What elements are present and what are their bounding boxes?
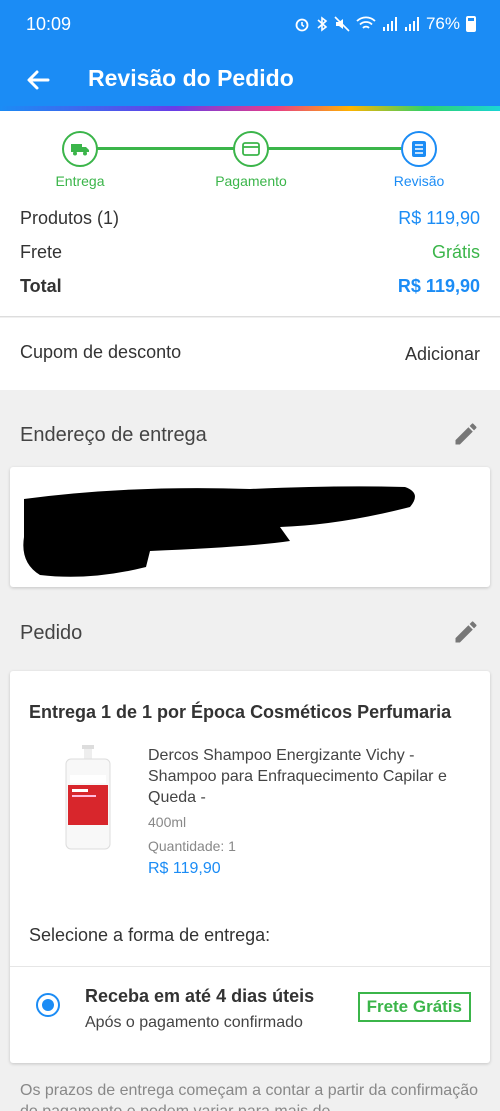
divider — [10, 966, 490, 967]
edit-address-pencil-icon[interactable] — [452, 420, 480, 448]
address-section-title: Endereço de entrega — [20, 424, 207, 446]
redacted-address-scribble — [23, 486, 415, 577]
product-image[interactable] — [58, 745, 118, 851]
delivery-note: Os prazos de entrega começam a contar a … — [20, 1082, 478, 1111]
app-bar: Revisão do Pedido — [0, 52, 500, 108]
signal-icon-2 — [404, 17, 419, 31]
summary-total-row: Total R$ 119,90 — [20, 276, 480, 297]
page-title: Revisão do Pedido — [88, 65, 294, 91]
total-value: R$ 119,90 — [397, 276, 480, 296]
card-icon — [233, 131, 269, 167]
shipping-value: Grátis — [431, 242, 480, 262]
step-label: Entrega — [55, 173, 105, 189]
edit-order-pencil-icon[interactable] — [452, 618, 480, 646]
status-bar: 10:09 76% — [0, 0, 500, 52]
truck-icon — [62, 131, 98, 167]
shipping-option-title: Receba em até 4 dias úteis — [85, 986, 315, 1006]
coupon-row[interactable]: Cupom de desconto Adicionar — [0, 318, 500, 390]
shipping-option-radio[interactable] — [36, 993, 60, 1017]
shipping-option[interactable]: Receba em até 4 dias úteis Após o pagame… — [85, 986, 314, 1032]
shipping-option-subtitle: Após o pagamento confirmado — [85, 1014, 303, 1031]
list-icon — [401, 131, 437, 167]
back-arrow-icon[interactable] — [22, 64, 54, 96]
total-label: Total — [20, 276, 62, 296]
shipping-method-title: Selecione a forma de entrega: — [29, 925, 271, 945]
product-quantity: Quantidade: 1 — [148, 838, 236, 854]
step-revisao[interactable]: Revisão — [359, 131, 479, 189]
products-value: R$ 119,90 — [398, 208, 480, 228]
alarm-icon — [295, 18, 309, 32]
product-name[interactable]: Dercos Shampoo Energizante Vichy - Shamp… — [148, 745, 478, 808]
coupon-label: Cupom de desconto — [20, 342, 182, 362]
battery-icon — [466, 16, 476, 32]
status-icons: 76% — [294, 14, 476, 34]
signal-icon — [382, 17, 397, 31]
product-price: R$ 119,90 — [148, 860, 221, 877]
free-shipping-badge: Frete Grátis — [357, 992, 471, 1022]
checkout-stepper: Entrega Pagamento Revisão — [0, 111, 500, 203]
wifi-icon — [356, 16, 376, 29]
step-pagamento[interactable]: Pagamento — [191, 131, 311, 189]
step-label: Pagamento — [215, 173, 287, 189]
step-label: Revisão — [393, 173, 445, 189]
summary-shipping-row: Frete Grátis — [20, 242, 480, 263]
add-coupon-button[interactable]: Adicionar — [405, 344, 480, 365]
order-summary: Produtos (1) R$ 119,90 Frete Grátis Tota… — [0, 203, 500, 317]
product-volume: 400ml — [148, 814, 187, 830]
order-section-title: Pedido — [20, 622, 83, 644]
product-info: Dercos Shampoo Energizante Vichy - Shamp… — [148, 745, 478, 878]
order-card: Entrega 1 de 1 por Época Cosméticos Perf… — [10, 671, 490, 1063]
bluetooth-icon — [317, 16, 328, 32]
status-time: 10:09 — [26, 14, 72, 34]
products-label: Produtos (1) — [20, 208, 120, 228]
step-entrega[interactable]: Entrega — [20, 131, 140, 189]
battery-level: 76% — [425, 14, 460, 33]
address-card[interactable] — [10, 467, 490, 587]
shipping-label: Frete — [20, 242, 63, 262]
seller-heading: Entrega 1 de 1 por Época Cosméticos Perf… — [29, 702, 452, 722]
mute-icon — [334, 16, 350, 32]
summary-products-row: Produtos (1) R$ 119,90 — [20, 208, 480, 229]
